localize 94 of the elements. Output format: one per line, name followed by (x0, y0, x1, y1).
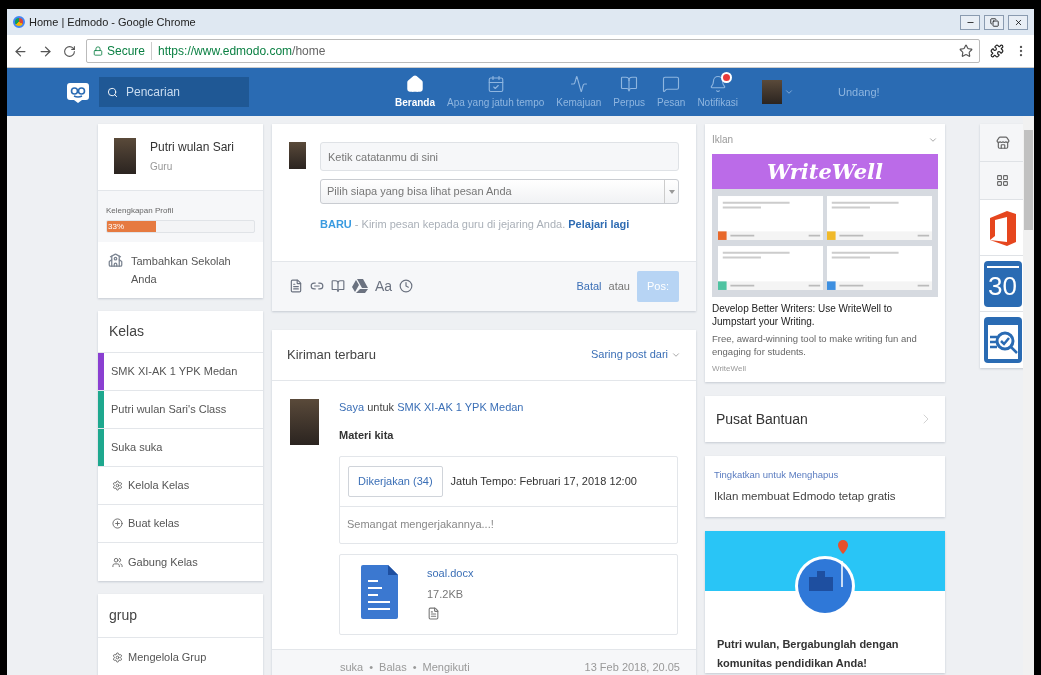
school-icon (108, 253, 123, 268)
assignment-description: Semangat mengerjakannya...! (347, 517, 494, 533)
upgrade-text: Iklan membuat Edmodo tetap gratis (714, 489, 897, 504)
add-school-link[interactable]: Tambahkan Sekolah Anda (131, 252, 253, 288)
group-action-link[interactable]: Mengelola Grup (128, 648, 207, 666)
post-title: Materi kita (339, 428, 395, 443)
lock-icon (93, 46, 103, 56)
document-icon (361, 564, 398, 619)
preview-icon[interactable] (427, 606, 440, 620)
calendar-icon[interactable]: 30 (983, 260, 1022, 307)
window-title: Home | Edmodo - Google Chrome (29, 14, 196, 30)
avatar-photo (290, 398, 319, 445)
grid-icon[interactable] (996, 174, 1009, 187)
drive-icon[interactable] (352, 279, 368, 293)
post-action-link[interactable]: Balas (379, 658, 407, 675)
calendar-check-icon (486, 74, 505, 93)
cancel-link[interactable]: Batal (576, 277, 602, 295)
ad-logo: WriteWell (767, 157, 883, 186)
book-icon[interactable] (331, 279, 345, 293)
ad-sponsor: WriteWell (712, 363, 747, 375)
avatar-photo (114, 138, 136, 174)
search-check-icon[interactable] (983, 317, 1022, 363)
turned-in-button[interactable]: Dikerjakan (34) (348, 465, 443, 497)
forward-icon[interactable] (38, 43, 53, 59)
text-format-tool[interactable]: Aa (375, 275, 393, 297)
file-size: 17.2KB (427, 587, 465, 602)
settings-icon (112, 651, 123, 663)
learn-more-link[interactable]: Pelajari lagi (568, 218, 630, 230)
post-action-link[interactable]: suka (340, 658, 364, 675)
book-icon (620, 74, 639, 93)
store-icon[interactable] (995, 135, 1010, 150)
note-input[interactable]: Ketik catatanmu di sini (320, 142, 679, 171)
class-item[interactable]: Suka suka (98, 429, 263, 467)
nav-tab[interactable]: Beranda (389, 68, 441, 116)
composer-notice: BARU - Kirim pesan kepada guru di jejaring Anda. (320, 218, 566, 230)
bell-icon (708, 74, 727, 93)
edmodo-logo-icon[interactable] (67, 81, 89, 103)
class-item[interactable]: Putri wulan Sari's Class (98, 391, 263, 429)
avatar-photo (289, 142, 306, 169)
link-icon[interactable] (310, 279, 324, 293)
progress-reading: 33% (107, 221, 124, 232)
office-logo-icon[interactable] (989, 209, 1016, 246)
feed-heading: Kiriman terbaru (287, 345, 376, 364)
back-icon[interactable] (13, 43, 28, 59)
class-action-link[interactable]: Buat kelas (128, 515, 180, 532)
author-link[interactable]: Saya (339, 400, 365, 413)
search-icon (107, 87, 118, 98)
pulse-icon (569, 74, 588, 93)
filter-dropdown[interactable]: Saring post dari (590, 346, 668, 363)
help-center-card[interactable]: Pusat Bantuan (705, 396, 945, 442)
address-field[interactable]: Secure https://www.edmodo.com/home (86, 39, 980, 63)
reload-icon[interactable] (63, 44, 76, 58)
calendar-day: 30 (988, 270, 1017, 301)
close-button[interactable] (1008, 14, 1028, 30)
chrome-logo-icon (13, 16, 25, 28)
restore-icon (989, 17, 999, 27)
clock-icon[interactable] (399, 279, 414, 293)
class-link[interactable]: SMK XI-AK 1 YPK Medan (397, 400, 524, 413)
ad-label: Iklan (712, 133, 734, 147)
post-timestamp: 13 Feb 2018, 20.05 (584, 659, 680, 675)
close-icon (1013, 17, 1023, 27)
ad-headline: Develop Better Writers: Use WriteWell to Jumpstart your Writing. (712, 302, 894, 328)
note-icon[interactable] (289, 279, 303, 293)
ad-body: Free, award-winning tool to make writing fun and engaging for students. (712, 332, 918, 358)
groups-heading: grup (109, 606, 138, 625)
due-date: Jatuh Tempo: Februari 17, 2018 12:00 (450, 473, 637, 489)
file-name-link[interactable]: soal.docx (427, 564, 474, 581)
settings-icon (112, 480, 123, 491)
upgrade-link[interactable]: Tingkatkan untuk Menghapus (714, 467, 936, 482)
separator-dot: • (411, 659, 418, 675)
or-text: atau (608, 278, 630, 294)
class-item[interactable]: SMK XI-AK 1 YPK Medan (98, 353, 263, 391)
join-community-text: Putri wulan, Bergabunglah dengan komunitas pendidikan Anda! (716, 637, 900, 671)
post-action-link[interactable]: Mengikuti (422, 658, 470, 675)
profile-completeness-label: Kelengkapan Profil (106, 205, 175, 217)
dropdown-caret-icon (668, 189, 675, 194)
separator-dot: • (368, 659, 375, 675)
profile-name[interactable]: Putri wulan Sari (150, 138, 235, 156)
search-field[interactable]: Pencarian (99, 77, 249, 107)
star-icon[interactable] (959, 44, 973, 58)
home-icon (406, 74, 424, 93)
profile-role: Guru (150, 160, 174, 174)
avatar-photo (761, 80, 782, 104)
people-icon (112, 556, 123, 568)
class-action-link[interactable]: Gabung Kelas (128, 553, 198, 571)
minimize-button[interactable] (960, 14, 980, 30)
extension-icon[interactable] (990, 44, 1004, 58)
speech-bubble-icon (662, 74, 681, 93)
class-action-link[interactable]: Kelola Kelas (128, 477, 190, 494)
classes-heading: Kelas (109, 322, 145, 341)
audience-select[interactable]: Pilih siapa yang bisa lihat pesan Anda (320, 179, 679, 204)
plus-circle-icon (112, 518, 123, 529)
connector-text: untuk (367, 400, 395, 413)
restore-button[interactable] (984, 14, 1004, 30)
